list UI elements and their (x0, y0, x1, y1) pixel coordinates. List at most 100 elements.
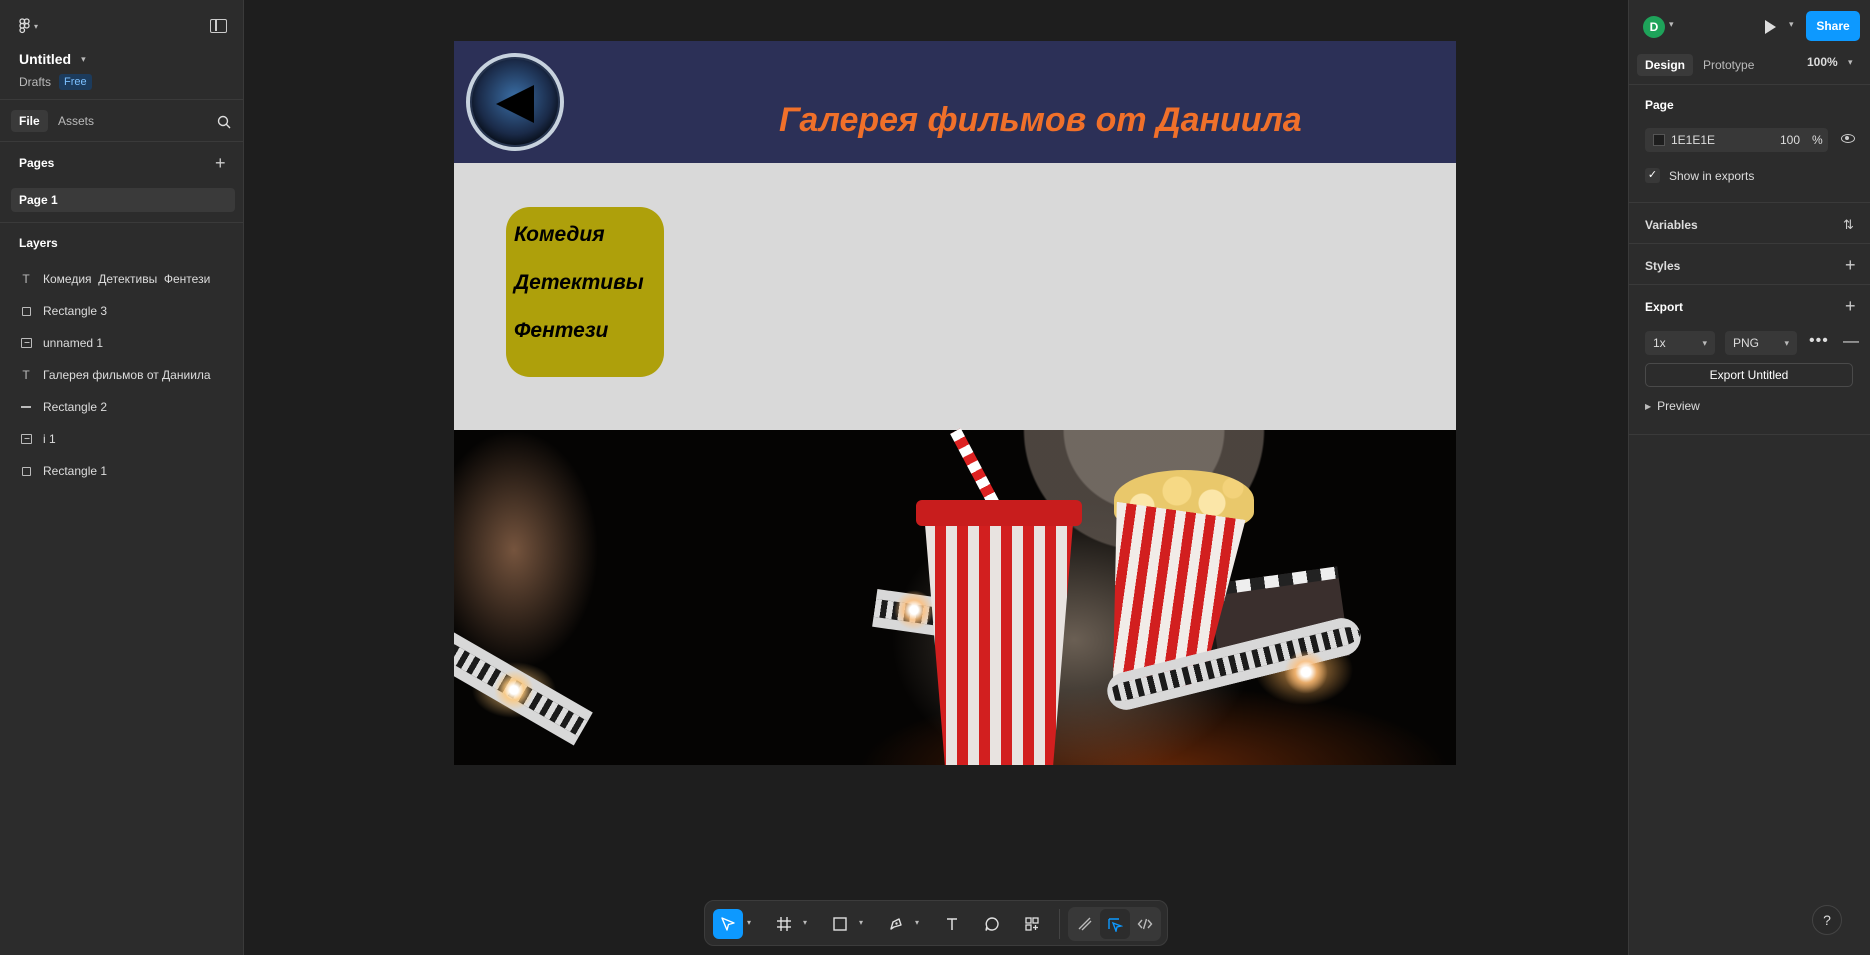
preview-toggle[interactable]: ▶ Preview (1645, 399, 1700, 413)
preview-label: Preview (1657, 399, 1700, 413)
layer-item[interactable]: Rectangle 1 (19, 461, 107, 481)
gallery-title[interactable]: Галерея фильмов от Даниила (779, 101, 1302, 140)
add-export-plus-icon[interactable]: + (1845, 297, 1856, 315)
layer-item[interactable]: T Комедия Детективы Фентези (19, 269, 210, 289)
help-button[interactable]: ? (1812, 905, 1842, 935)
divider (1629, 243, 1870, 244)
color-swatch[interactable] (1653, 134, 1665, 146)
plan-badge[interactable]: Free (59, 74, 92, 90)
layer-name: Rectangle 1 (43, 464, 108, 478)
tab-design[interactable]: Design (1637, 54, 1694, 76)
file-header: ▾ Untitled ▾ Drafts Free (0, 0, 243, 100)
back-button-image[interactable] (466, 53, 564, 151)
pages-heading: Pages (19, 156, 55, 170)
cinema-image[interactable] (454, 428, 1456, 765)
layer-item[interactable]: Rectangle 2 (19, 397, 107, 417)
avatar[interactable]: D (1643, 16, 1665, 38)
layer-item[interactable]: T Галерея фильмов от Даниила (19, 365, 211, 385)
menu-item-fantasy[interactable]: Фентези (514, 319, 608, 343)
layer-name: Rectangle 2 (43, 400, 108, 414)
opacity-value[interactable]: 100 (1780, 133, 1800, 147)
chevron-down-icon[interactable]: ▾ (803, 918, 807, 927)
layer-item[interactable]: Rectangle 3 (19, 301, 107, 321)
actions-icon[interactable] (1017, 909, 1047, 939)
add-page-plus-icon[interactable]: + (215, 154, 226, 172)
shape-tool-icon[interactable] (825, 909, 855, 939)
export-scale-select[interactable]: 1x ▾ (1645, 331, 1715, 355)
frame-header[interactable]: Галерея фильмов от Даниила (454, 41, 1456, 163)
page-background-color-field[interactable]: 1E1E1E 100 % (1645, 128, 1828, 152)
show-in-exports-checkbox[interactable]: ✓ (1645, 168, 1660, 183)
eye-icon[interactable] (1841, 134, 1855, 143)
move-tool-icon[interactable] (713, 909, 743, 939)
design-frame[interactable]: Галерея фильмов от Даниила Комедия Детек… (454, 41, 1456, 765)
page-heading: Page (1645, 98, 1674, 112)
layer-name: Галерея фильмов от Даниила (43, 368, 211, 382)
layers-heading: Layers (19, 236, 58, 250)
layer-item[interactable]: i 1 (19, 429, 56, 449)
divider (0, 222, 244, 223)
menu-item-detectives[interactable]: Детективы (514, 271, 644, 295)
cup-lid-graphic (916, 500, 1082, 526)
layer-name: unnamed 1 (43, 336, 104, 350)
add-style-plus-icon[interactable]: + (1845, 256, 1856, 274)
text-tool-icon[interactable] (937, 909, 967, 939)
right-panel: D ▾ ▾ Share Design Prototype 100% ▾ Page… (1628, 0, 1870, 955)
search-icon[interactable] (217, 115, 231, 129)
image-layer-icon (19, 336, 33, 350)
divider (1629, 434, 1870, 435)
export-scale-value: 1x (1653, 336, 1666, 350)
export-button[interactable]: Export Untitled (1645, 363, 1853, 387)
share-button[interactable]: Share (1806, 11, 1860, 41)
more-options-icon[interactable]: ••• (1809, 332, 1829, 350)
chevron-down-icon[interactable]: ▾ (747, 918, 751, 927)
drafts-label[interactable]: Drafts (19, 75, 51, 89)
light-flare (494, 670, 534, 710)
chevron-down-icon[interactable]: ▾ (1848, 57, 1853, 68)
chevron-down-icon[interactable]: ▾ (859, 918, 863, 927)
layer-item[interactable]: unnamed 1 (19, 333, 103, 353)
chevron-down-icon: ▾ (81, 53, 86, 64)
layer-name: i 1 (43, 432, 56, 446)
frame-tool-icon[interactable] (769, 909, 799, 939)
rectangle-layer-icon (19, 464, 33, 478)
design-mode-icon[interactable] (1100, 909, 1130, 939)
export-heading: Export (1645, 300, 1684, 314)
toolbar-separator (1059, 909, 1060, 939)
dev-mode-icon[interactable] (1130, 909, 1160, 939)
layer-name: Комедия Детективы Фентези (43, 272, 211, 286)
divider (1629, 84, 1870, 85)
export-format-value: PNG (1733, 336, 1760, 350)
chevron-down-icon[interactable]: ▾ (1669, 19, 1674, 30)
chevron-down-icon[interactable]: ▾ (1789, 19, 1794, 30)
text-layer-icon: T (22, 368, 30, 382)
play-icon[interactable] (1765, 20, 1776, 34)
tab-prototype[interactable]: Prototype (1695, 54, 1762, 76)
draw-mode-icon[interactable] (1070, 909, 1100, 939)
chevron-right-icon: ▶ (1645, 401, 1652, 411)
tab-assets[interactable]: Assets (50, 110, 102, 132)
page-item-1[interactable]: Page 1 (11, 188, 235, 212)
genre-menu-box[interactable]: Комедия Детективы Фентези (506, 207, 664, 377)
chevron-down-icon[interactable]: ▾ (915, 918, 919, 927)
zoom-level[interactable]: 100% (1807, 55, 1838, 69)
tab-file[interactable]: File (11, 110, 48, 132)
file-title[interactable]: Untitled ▾ (19, 51, 86, 67)
pen-tool-icon[interactable] (881, 909, 911, 939)
layer-name: Rectangle 3 (43, 304, 108, 318)
left-tabs: File Assets (0, 100, 243, 142)
export-format-select[interactable]: PNG ▾ (1725, 331, 1797, 355)
variables-icon[interactable]: ⇅ (1843, 217, 1854, 233)
remove-export-icon[interactable]: — (1843, 333, 1859, 351)
figma-menu-icon[interactable]: ▾ (19, 16, 49, 36)
sidebar-toggle-icon[interactable] (210, 19, 227, 33)
show-in-exports-label: Show in exports (1669, 169, 1755, 183)
opacity-unit: % (1812, 133, 1823, 147)
comment-tool-icon[interactable] (977, 909, 1007, 939)
file-title-text: Untitled (19, 51, 72, 67)
file-location: Drafts Free (19, 74, 92, 90)
rectangle-layer-icon (19, 304, 33, 318)
menu-item-comedy[interactable]: Комедия (514, 223, 605, 247)
chevron-down-icon: ▾ (1702, 338, 1707, 348)
color-hex[interactable]: 1E1E1E (1671, 133, 1715, 147)
